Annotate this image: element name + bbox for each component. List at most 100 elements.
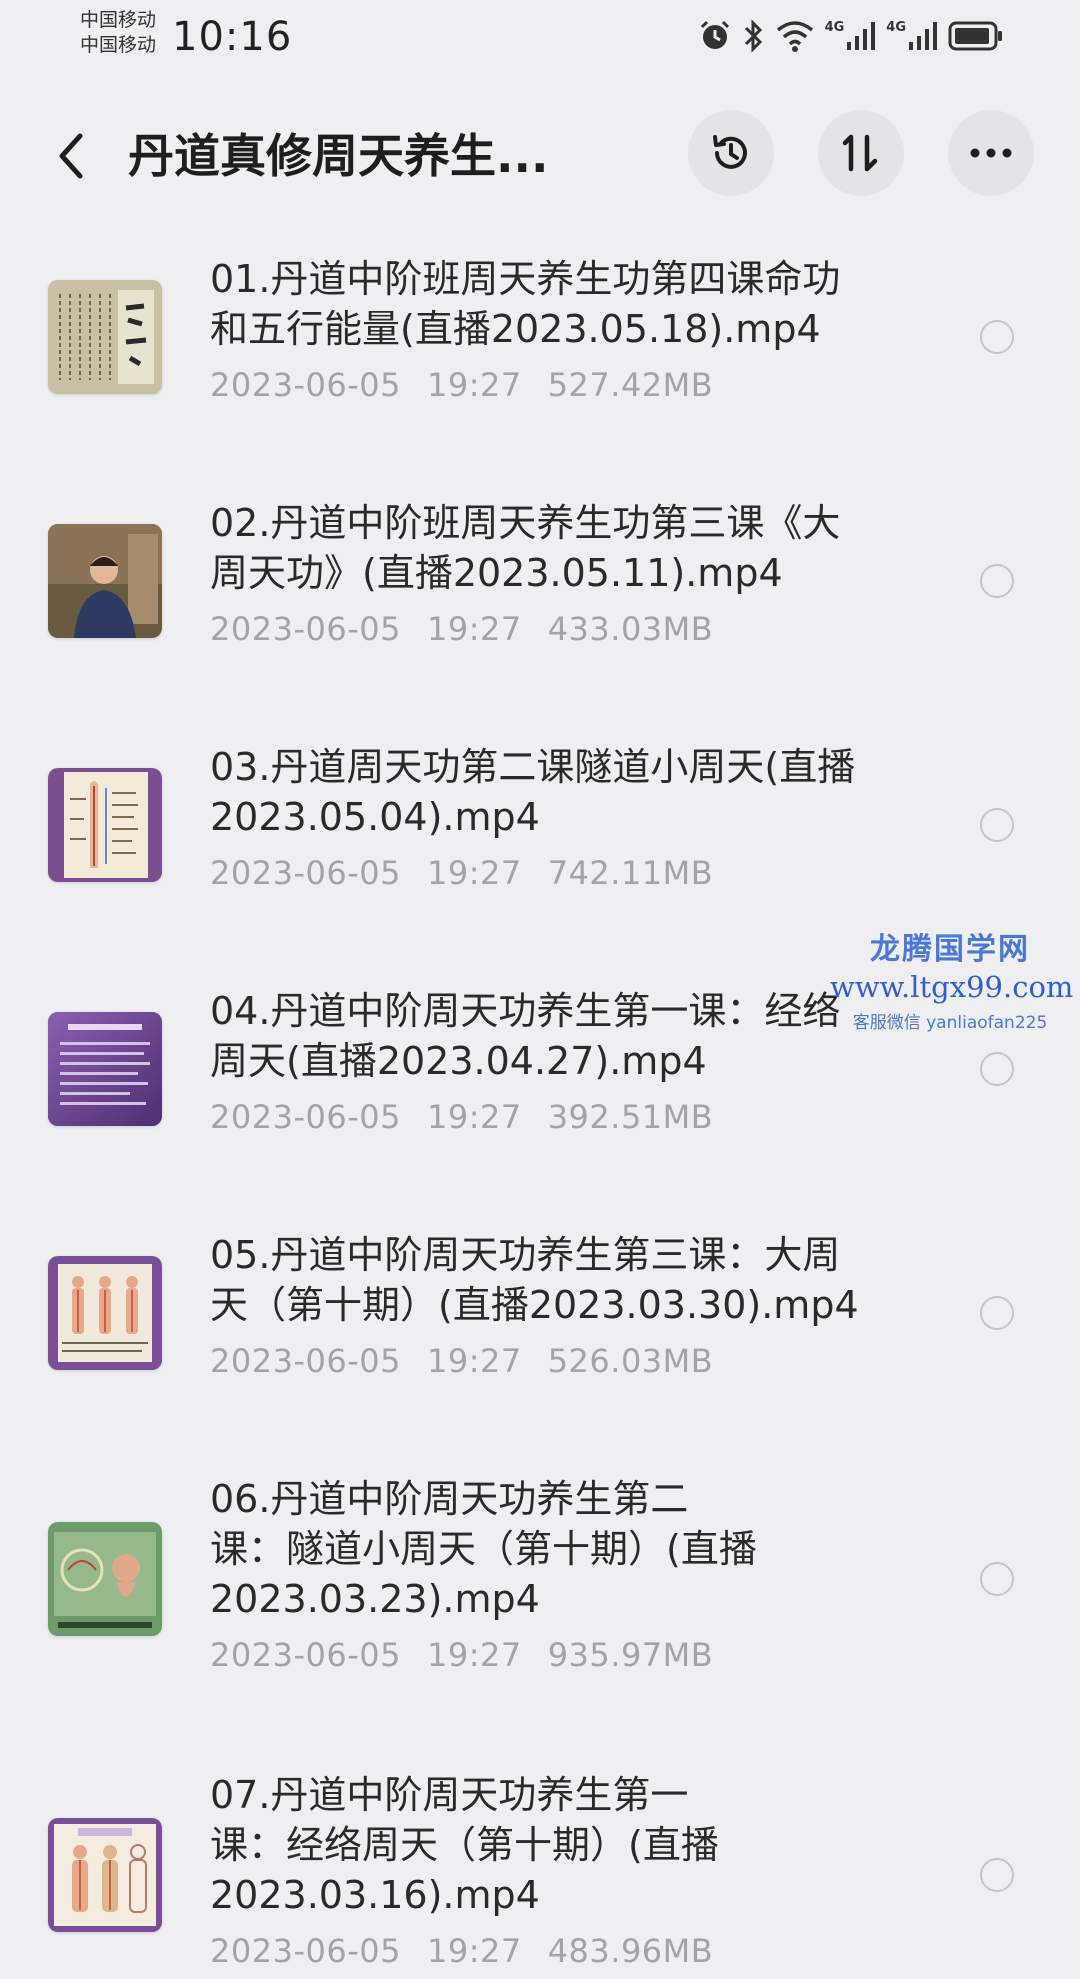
file-row[interactable]: 01.丹道中阶班周天养生功第四课命功 和五行能量(直播2023.05.18).m…: [0, 240, 1080, 484]
file-meta: 2023-06-05 19:27 935.97MB: [210, 1636, 930, 1674]
file-name-line: 和五行能量(直播2023.05.18).mp4: [210, 307, 821, 351]
header-bar: 丹道真修周天养生...: [0, 100, 1080, 210]
file-info: 03.丹道周天功第二课隧道小周天(直播 2023.05.04).mp4 2023…: [210, 742, 930, 892]
file-info: 04.丹道中阶周天功养生第一课：经络 周天(直播2023.04.27).mp4 …: [210, 986, 930, 1136]
chevron-left-icon: [59, 133, 83, 179]
video-thumbnail: [48, 1256, 162, 1370]
file-meta: 2023-06-05 19:27 433.03MB: [210, 610, 930, 648]
carrier-labels: 中国移动 中国移动: [80, 8, 156, 58]
back-button[interactable]: [44, 126, 96, 186]
file-info: 05.丹道中阶周天功养生第三课：大周 天（第十期）(直播2023.03.30).…: [210, 1230, 930, 1380]
video-thumbnail: [48, 280, 162, 394]
file-date: 2023-06-05: [210, 1636, 401, 1674]
file-size: 526.03MB: [547, 1342, 714, 1380]
watermark-contact: 客服微信 yanliaofan225: [852, 1013, 1048, 1033]
watermark: 龙腾国学网 www.ltgx99.com 客服微信 yanliaofan225: [830, 924, 1074, 1033]
file-meta: 2023-06-05 19:27 526.03MB: [210, 1342, 930, 1380]
file-name: 01.丹道中阶班周天养生功第四课命功 和五行能量(直播2023.05.18).m…: [210, 254, 930, 354]
network-label: 4G: [886, 20, 906, 35]
file-name-line: 周天功》(直播2023.05.11).mp4: [210, 551, 783, 595]
more-button[interactable]: [948, 110, 1034, 196]
video-thumbnail: [48, 1818, 162, 1932]
select-checkbox[interactable]: [980, 1858, 1014, 1892]
file-name-line: 2023.05.04).mp4: [210, 795, 540, 839]
page-title: 丹道真修周天养生...: [128, 129, 549, 183]
video-thumbnail: [48, 768, 162, 882]
file-date: 2023-06-05: [210, 610, 401, 648]
carrier-1: 中国移动: [80, 9, 157, 31]
file-name-line: 课：隧道小周天（第十期）(直播: [210, 1527, 757, 1571]
file-info: 02.丹道中阶班周天养生功第三课《大 周天功》(直播2023.05.11).mp…: [210, 498, 930, 648]
video-thumbnail: [48, 524, 162, 638]
file-date: 2023-06-05: [210, 1932, 401, 1970]
file-name-line: 04.丹道中阶周天功养生第一课：经络: [210, 989, 841, 1033]
video-thumbnail: [48, 1012, 162, 1126]
file-name: 03.丹道周天功第二课隧道小周天(直播 2023.05.04).mp4: [210, 742, 930, 842]
wifi-icon: [776, 21, 813, 52]
file-row[interactable]: 07.丹道中阶周天功养生第一 课：经络周天（第十期）(直播 2023.03.16…: [0, 1756, 1080, 1979]
file-info: 01.丹道中阶班周天养生功第四课命功 和五行能量(直播2023.05.18).m…: [210, 254, 930, 404]
file-row[interactable]: 02.丹道中阶班周天养生功第三课《大 周天功》(直播2023.05.11).mp…: [0, 484, 1080, 728]
file-row[interactable]: 05.丹道中阶周天功养生第三课：大周 天（第十期）(直播2023.03.30).…: [0, 1216, 1080, 1460]
file-date: 2023-06-05: [210, 1342, 401, 1380]
file-size: 742.11MB: [547, 854, 714, 892]
status-bar: 中国移动 中国移动 10:16 4G 4G: [0, 0, 1080, 80]
file-name: 02.丹道中阶班周天养生功第三课《大 周天功》(直播2023.05.11).mp…: [210, 498, 930, 598]
file-size: 935.97MB: [547, 1636, 714, 1674]
file-time: 19:27: [426, 1098, 522, 1136]
file-name-line: 03.丹道周天功第二课隧道小周天(直播: [210, 745, 856, 789]
select-checkbox[interactable]: [980, 320, 1014, 354]
select-checkbox[interactable]: [980, 808, 1014, 842]
file-name-line: 06.丹道中阶周天功养生第二: [210, 1477, 689, 1521]
file-date: 2023-06-05: [210, 1098, 401, 1136]
clock: 10:16: [172, 14, 293, 60]
file-date: 2023-06-05: [210, 366, 401, 404]
file-meta: 2023-06-05 19:27 527.42MB: [210, 366, 930, 404]
status-icons: 4G 4G: [697, 14, 1004, 58]
file-info: 06.丹道中阶周天功养生第二 课：隧道小周天（第十期）(直播 2023.03.2…: [210, 1474, 930, 1674]
file-info: 07.丹道中阶周天功养生第一 课：经络周天（第十期）(直播 2023.03.16…: [210, 1770, 930, 1970]
sort-button[interactable]: [818, 110, 904, 196]
bluetooth-icon: [744, 19, 762, 53]
file-size: 527.42MB: [547, 366, 714, 404]
more-icon: [970, 148, 1012, 158]
file-name: 07.丹道中阶周天功养生第一 课：经络周天（第十期）(直播 2023.03.16…: [210, 1770, 930, 1920]
file-name: 05.丹道中阶周天功养生第三课：大周 天（第十期）(直播2023.03.30).…: [210, 1230, 930, 1330]
file-name-line: 07.丹道中阶周天功养生第一: [210, 1773, 689, 1817]
video-thumbnail: [48, 1522, 162, 1636]
file-name-line: 天（第十期）(直播2023.03.30).mp4: [210, 1283, 859, 1327]
file-time: 19:27: [426, 366, 522, 404]
file-name-line: 周天(直播2023.04.27).mp4: [210, 1039, 707, 1083]
file-time: 19:27: [426, 610, 522, 648]
alarm-icon: [700, 20, 729, 49]
file-meta: 2023-06-05 19:27 742.11MB: [210, 854, 930, 892]
file-name-line: 2023.03.23).mp4: [210, 1577, 540, 1621]
signal-4g-icon: 4G: [825, 20, 877, 52]
file-name-line: 课：经络周天（第十期）(直播: [210, 1823, 719, 1867]
network-label: 4G: [824, 20, 845, 35]
watermark-url: www.ltgx99.com: [830, 970, 1074, 1004]
file-meta: 2023-06-05 19:27 392.51MB: [210, 1098, 930, 1136]
file-time: 19:27: [426, 854, 522, 892]
file-time: 19:27: [426, 1932, 522, 1970]
select-checkbox[interactable]: [980, 564, 1014, 598]
file-name-line: 02.丹道中阶班周天养生功第三课《大: [210, 501, 841, 545]
file-row[interactable]: 06.丹道中阶周天功养生第二 课：隧道小周天（第十期）(直播 2023.03.2…: [0, 1460, 1080, 1756]
select-checkbox[interactable]: [980, 1052, 1014, 1086]
file-name: 04.丹道中阶周天功养生第一课：经络 周天(直播2023.04.27).mp4: [210, 986, 930, 1086]
history-button[interactable]: [688, 110, 774, 196]
file-time: 19:27: [426, 1636, 522, 1674]
file-meta: 2023-06-05 19:27 483.96MB: [210, 1932, 930, 1970]
signal-4g-icon: 4G: [886, 20, 938, 52]
file-size: 483.96MB: [547, 1932, 714, 1970]
carrier-2: 中国移动: [80, 34, 157, 56]
file-name-line: 05.丹道中阶周天功养生第三课：大周: [210, 1233, 841, 1277]
file-list: 01.丹道中阶班周天养生功第四课命功 和五行能量(直播2023.05.18).m…: [0, 240, 1080, 1979]
select-checkbox[interactable]: [980, 1562, 1014, 1596]
file-list-screen: 中国移动 中国移动 10:16 4G 4G 丹道真修周天养生... 01.丹道中…: [0, 0, 1080, 1979]
file-date: 2023-06-05: [210, 854, 401, 892]
watermark-title: 龙腾国学网: [870, 932, 1030, 967]
select-checkbox[interactable]: [980, 1296, 1014, 1330]
file-size: 433.03MB: [547, 610, 714, 648]
file-name: 06.丹道中阶周天功养生第二 课：隧道小周天（第十期）(直播 2023.03.2…: [210, 1474, 930, 1624]
